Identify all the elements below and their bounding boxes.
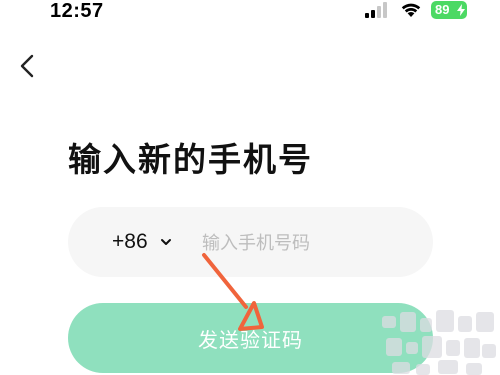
chevron-left-icon <box>20 54 34 78</box>
charging-bolt-icon <box>457 4 465 16</box>
country-code-label: +86 <box>112 230 148 253</box>
wifi-icon <box>401 3 421 17</box>
status-bar: 12:57 89 <box>0 0 500 26</box>
phone-number-input[interactable] <box>202 229 412 257</box>
chevron-down-icon <box>160 239 171 245</box>
phone-number-field: +86 <box>68 207 433 277</box>
status-time: 12:57 <box>50 0 104 22</box>
signal-icon <box>365 2 387 18</box>
send-code-button[interactable]: 发送验证码 <box>68 303 433 373</box>
country-code-selector[interactable]: +86 <box>112 228 172 256</box>
back-button[interactable] <box>12 50 44 82</box>
page-title: 输入新的手机号 <box>68 140 313 179</box>
battery-icon: 89 <box>431 1 467 19</box>
battery-level: 89 <box>435 2 450 17</box>
